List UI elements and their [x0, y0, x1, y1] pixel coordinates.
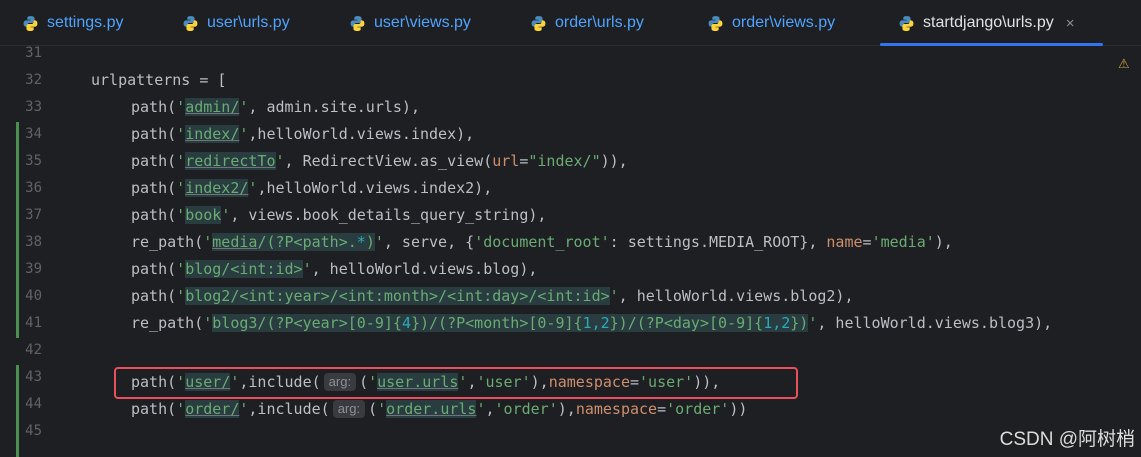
tab-order-views-py[interactable]: order\views.py — [707, 0, 835, 46]
highlight-box — [114, 367, 798, 399]
code-line-36: path('index2/',helloWorld.views.index2), — [131, 179, 493, 197]
line-number: 33 — [25, 99, 42, 115]
editor-tab-bar: settings.py user\urls.py user\views.py o… — [0, 0, 1141, 46]
line-number: 41 — [25, 315, 42, 331]
param-hint: arg: — [332, 400, 366, 418]
line-number: 34 — [25, 126, 42, 142]
tab-label: order\views.py — [732, 14, 836, 31]
tab-label: order\urls.py — [555, 14, 644, 31]
python-file-icon — [183, 15, 198, 31]
line-number: 37 — [25, 207, 42, 223]
tab-label: settings.py — [47, 14, 124, 31]
line-number: 44 — [25, 396, 42, 412]
tab-label: startdjango\urls.py — [923, 14, 1054, 31]
close-tab-icon[interactable]: × — [1066, 15, 1075, 32]
tab-user-views-py[interactable]: user\views.py — [349, 0, 471, 46]
python-file-icon — [531, 15, 546, 31]
code-line-35: path('redirectTo', RedirectView.as_view(… — [131, 152, 628, 170]
line-number: 36 — [25, 180, 42, 196]
watermark: CSDN @阿树梢 — [999, 429, 1135, 450]
code-line-44: path('order/',include(arg: ('order.urls',… — [131, 400, 748, 418]
tab-label: user\urls.py — [207, 14, 290, 31]
code-editor[interactable]: ⚠ 31 32 33 34 35 36 37 38 39 40 41 42 43… — [0, 45, 1141, 457]
line-number: 42 — [25, 342, 42, 358]
line-number: 39 — [25, 261, 42, 277]
line-number: 32 — [25, 72, 42, 88]
line-number: 35 — [25, 153, 42, 169]
line-number: 38 — [25, 234, 42, 250]
python-file-icon — [350, 15, 365, 31]
code-line-40: path('blog2/<int:year>/<int:month>/<int:… — [131, 287, 854, 305]
line-number: 43 — [25, 369, 42, 385]
code-line-33: path('admin/', admin.site.urls), — [131, 98, 420, 116]
code-line-32: urlpatterns = [ — [91, 71, 227, 89]
python-file-icon — [708, 15, 723, 31]
code-line-38: re_path('media/(?P<path>.*)', serve, {'d… — [131, 233, 953, 251]
python-file-icon — [23, 15, 38, 31]
code-line-37: path('book', views.book_details_query_st… — [131, 206, 547, 224]
code-line-39: path('blog/<int:id>', helloWorld.views.b… — [131, 260, 538, 278]
tab-label: user\views.py — [374, 14, 471, 31]
tab-startdjango-urls-py[interactable]: startdjango\urls.py × — [880, 0, 1102, 46]
tab-order-urls-py[interactable]: order\urls.py — [530, 0, 644, 46]
code-line-41: re_path('blog3/(?P<year>[0-9]{4})/(?P<mo… — [131, 314, 1053, 332]
warning-icon[interactable]: ⚠ — [1118, 56, 1130, 72]
code-line-34: path('index/',helloWorld.views.index), — [131, 125, 475, 143]
line-number: 45 — [25, 423, 42, 439]
python-file-icon — [899, 15, 914, 31]
line-number: 40 — [25, 288, 42, 304]
line-number: 31 — [25, 45, 42, 61]
tab-user-urls-py[interactable]: user\urls.py — [182, 0, 290, 46]
